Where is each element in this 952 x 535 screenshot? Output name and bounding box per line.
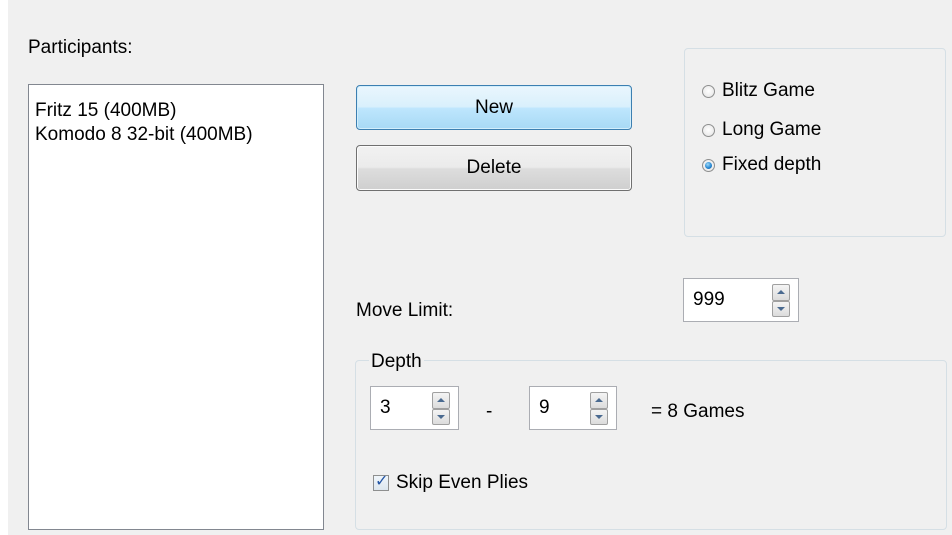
spin-up-icon[interactable] [432,392,450,409]
depth-to-spin-buttons[interactable] [590,392,608,425]
spin-down-icon[interactable] [590,408,608,425]
move-limit-spin-buttons[interactable] [772,284,790,317]
depth-to-value[interactable]: 9 [539,396,550,420]
radio-long-game[interactable]: Long Game [702,118,821,142]
spin-down-icon[interactable] [432,408,450,425]
list-item-participant[interactable]: Fritz 15 (400MB) [35,99,323,123]
radio-label: Fixed depth [722,154,822,175]
participants-list[interactable]: Fritz 15 (400MB) Komodo 8 32-bit (400MB) [28,84,324,530]
list-item-participant[interactable]: Komodo 8 32-bit (400MB) [35,123,323,147]
depth-to-stepper[interactable]: 9 [529,386,617,430]
radio-blitz-game[interactable]: Blitz Game [702,79,815,103]
depth-from-stepper[interactable]: 3 [370,386,459,430]
spin-down-icon[interactable] [772,300,790,317]
move-limit-stepper[interactable]: 999 [683,278,799,322]
radio-button-icon[interactable] [702,84,715,98]
participants-label: Participants: [28,37,133,58]
radio-fixed-depth[interactable]: Fixed depth [702,153,821,177]
games-count-text: = 8 Games [651,401,745,422]
radio-label: Blitz Game [722,80,815,101]
move-limit-value[interactable]: 999 [693,288,725,312]
skip-even-plies-label[interactable]: Skip Even Plies [396,471,528,495]
delete-button[interactable]: Delete [356,145,632,191]
depth-from-spin-buttons[interactable] [432,392,450,425]
radio-label: Long Game [722,119,822,140]
depth-range-separator: - [486,401,493,422]
move-limit-label: Move Limit: [356,300,454,321]
spin-up-icon[interactable] [590,392,608,409]
depth-from-value[interactable]: 3 [380,396,391,420]
radio-button-icon[interactable] [702,123,715,137]
new-button[interactable]: New [356,85,632,130]
depth-group-title: Depth [369,350,424,374]
spin-up-icon[interactable] [772,284,790,301]
skip-even-plies-checkbox[interactable] [373,471,389,491]
game-mode-group [684,48,946,237]
radio-button-checked-icon[interactable] [702,158,715,172]
